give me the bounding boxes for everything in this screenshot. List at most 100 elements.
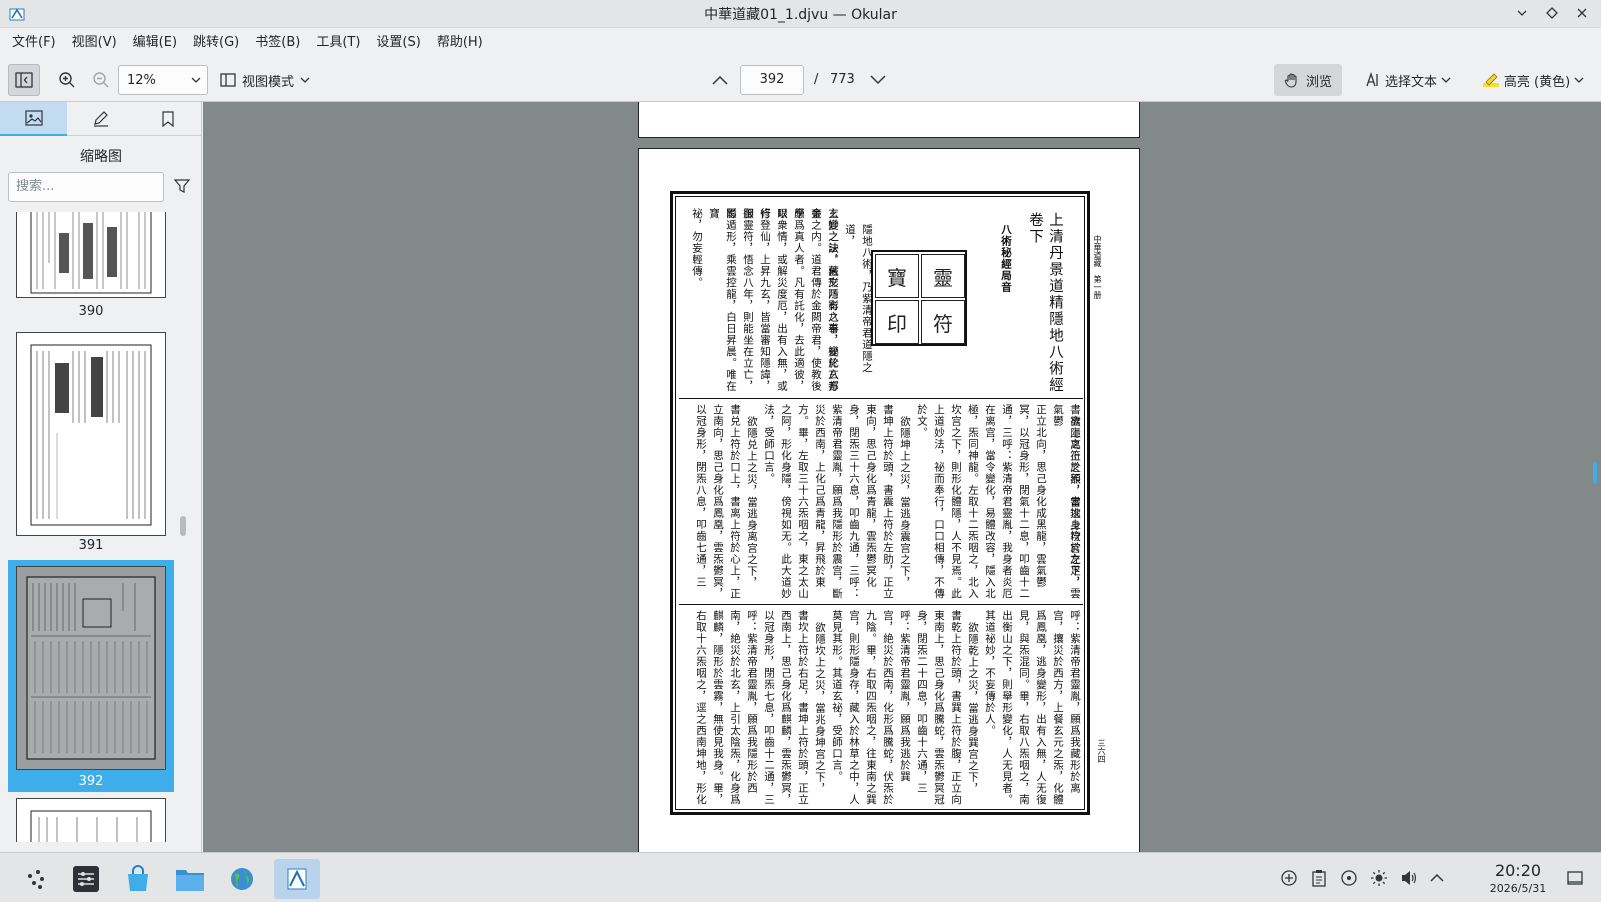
tab-thumbnails[interactable]	[0, 102, 68, 136]
text-column: 通，三呼：紫清帝君靈胤，我身者炎厄	[1001, 404, 1013, 600]
store-bag-icon	[128, 865, 148, 891]
menu-settings[interactable]: 设置(S)	[368, 28, 428, 58]
scrollbar-handle[interactable]	[180, 516, 186, 536]
chevron-down-icon	[870, 75, 886, 85]
text-column: 隱地八術，乃紫清帝君道隱之道，	[844, 224, 873, 374]
clock-date[interactable]: 2026/5/31	[1480, 882, 1556, 895]
filter-icon[interactable]	[174, 178, 190, 194]
taskbar-file-manager[interactable]	[170, 859, 210, 899]
text-column: 極，炁同神龍。左取十二炁咽之，北入	[967, 404, 979, 600]
text-column: 書坤上符於頭，書震上符於左肋，正立	[882, 404, 894, 600]
document-scrollbar-handle[interactable]	[1593, 462, 1597, 484]
text-column: 見，與炁混同。畢，右取八炁咽之，南	[1018, 610, 1030, 806]
highlight-button[interactable]: 高亮 (黄色)	[1470, 64, 1596, 96]
thumbnail-label: 390	[78, 304, 104, 319]
document-juan: 卷下	[1027, 212, 1043, 245]
menu-bookmarks[interactable]: 书签(B)	[247, 28, 308, 58]
minimize-icon[interactable]	[1513, 4, 1531, 22]
window-title: 中華道藏01_1.djvu — Okular	[704, 6, 897, 23]
text-column: 宫，則形隱身存，藏入於林草之中，人	[848, 610, 860, 806]
text-column: 之阿，形化身隱，傍視如无。此大道妙	[780, 404, 792, 600]
media-disc-icon[interactable]	[1340, 869, 1358, 887]
sidebar: 缩略图 搜索... 390 391 392	[0, 102, 202, 852]
text-column: 書离上之符於額，書坎上符於左足，雲氣鬱	[1052, 404, 1081, 600]
page-total: 773	[830, 72, 855, 87]
chevron-up-icon[interactable]	[1428, 869, 1446, 887]
chevron-up-icon	[712, 75, 728, 85]
thumbnail-page-image	[16, 566, 166, 770]
sidebar-toggle-button[interactable]	[8, 64, 40, 96]
maximize-icon[interactable]	[1543, 4, 1561, 22]
text-column: 紫清帝君靈胤，願爲我隱形於震宫，斷	[831, 404, 843, 600]
menu-help[interactable]: 帮助(H)	[429, 28, 491, 58]
taskbar-web-browser[interactable]	[222, 859, 262, 899]
text-column: 災於西南，上化己爲青龍，昇飛於東	[814, 404, 826, 588]
menu-view[interactable]: 视图(V)	[64, 28, 125, 58]
show-desktop-icon[interactable]	[1566, 869, 1584, 887]
text-column: 於文。	[916, 404, 928, 439]
thumbnail-392-preview	[26, 576, 156, 760]
menu-edit[interactable]: 编辑(E)	[125, 28, 185, 58]
text-column: 法，受師口言。	[763, 404, 775, 485]
seal-glyph: 符	[921, 300, 965, 344]
menu-tools[interactable]: 工具(T)	[308, 28, 368, 58]
highlight-label: 高亮 (黄色)	[1503, 74, 1571, 90]
taskbar: 20:20 2026/5/31	[0, 852, 1601, 902]
thumbnail-list[interactable]: 390 391 392	[8, 212, 174, 842]
taskbar-system-settings[interactable]	[66, 859, 106, 899]
seal-glyph: 靈	[921, 254, 965, 298]
network-status-icon[interactable]	[1280, 869, 1298, 887]
thumbnail-item[interactable]: 391	[8, 330, 174, 558]
highlighter-icon	[1482, 73, 1499, 87]
chevron-down-icon	[1441, 77, 1451, 83]
brightness-icon[interactable]	[1370, 869, 1388, 887]
thumbnail-390-preview	[30, 212, 152, 294]
previous-page-button[interactable]	[706, 64, 734, 96]
menu-file[interactable]: 文件(F)	[4, 28, 64, 58]
okular-icon	[287, 868, 307, 890]
menu-bar: 文件(F) 视图(V) 编辑(E) 跳转(G) 书签(B) 工具(T) 设置(S…	[0, 28, 1601, 58]
application-launcher[interactable]	[16, 859, 56, 899]
browse-label: 浏览	[1305, 74, 1332, 90]
select-text-button[interactable]: 选择文本	[1352, 64, 1464, 96]
text-column: 以冠身形，閉炁八息，叩齒七通，三	[695, 404, 707, 588]
text-column: 欲隱乾上之災，當逃身巽宫之下，	[967, 622, 979, 795]
next-page-button[interactable]	[864, 64, 892, 96]
thumbnail-item[interactable]: 390	[8, 212, 174, 328]
browse-tool-button[interactable]: 浏览	[1274, 64, 1342, 96]
text-column: 欲隱坤上之災，當逃身震宫之下，	[899, 416, 911, 589]
zoom-out-button[interactable]	[86, 64, 116, 96]
taskbar-discover[interactable]	[118, 859, 158, 899]
chevron-down-icon	[191, 77, 201, 83]
thumbnail-search-input[interactable]: 搜索...	[8, 172, 164, 202]
tab-annotations[interactable]	[67, 102, 134, 136]
text-column: 東南上，思己身化爲騰蛇，雲炁鬱冥冠	[933, 610, 945, 806]
page-separator: /	[814, 72, 819, 87]
zoom-level-select[interactable]: 12%	[118, 65, 208, 95]
page-header: 中華道藏 第一册	[1093, 235, 1102, 299]
volume-icon[interactable]	[1400, 869, 1418, 887]
thumbnail-label: 391	[78, 538, 104, 553]
text-column: 正立北向，思己身化成黑龍，雲氣鬱	[1035, 404, 1047, 588]
hand-icon	[1284, 73, 1297, 88]
thumbnail-item[interactable]: 392	[8, 560, 174, 792]
view-mode-button[interactable]: 视图模式	[218, 64, 318, 96]
zoom-in-icon	[59, 72, 75, 88]
clock-time[interactable]: 20:20	[1488, 861, 1548, 880]
taskbar-okular[interactable]	[274, 859, 320, 899]
close-icon[interactable]	[1573, 4, 1591, 22]
menu-go[interactable]: 跳转(G)	[185, 28, 247, 58]
thumbnail-item[interactable]	[8, 798, 174, 842]
text-column: 身，閉炁三十六息，叩齒九通，三呼：	[848, 404, 860, 600]
zoom-in-button[interactable]	[52, 64, 82, 96]
clipboard-icon[interactable]	[1310, 869, 1328, 887]
tab-bookmarks[interactable]	[135, 102, 202, 136]
text-column: 莫見其形。其道玄祕，受師口言。	[831, 610, 843, 783]
bookmark-icon	[162, 111, 174, 127]
document-view[interactable]: 中華道藏 第一册 三六四 上清丹景道精隱地八術經 卷下 八術秘經局音 靈 寶 符…	[203, 102, 1601, 852]
page-number-input[interactable]: 392	[740, 65, 804, 95]
thumbnail-scrollbar[interactable]	[178, 212, 188, 842]
chevron-down-icon	[300, 77, 310, 83]
text-column: 出衡山之下，則舉形變化，人无見者。	[1001, 610, 1013, 806]
text-column: 宫，攘災於西方，上餐玄元之炁，化體	[1052, 610, 1064, 806]
